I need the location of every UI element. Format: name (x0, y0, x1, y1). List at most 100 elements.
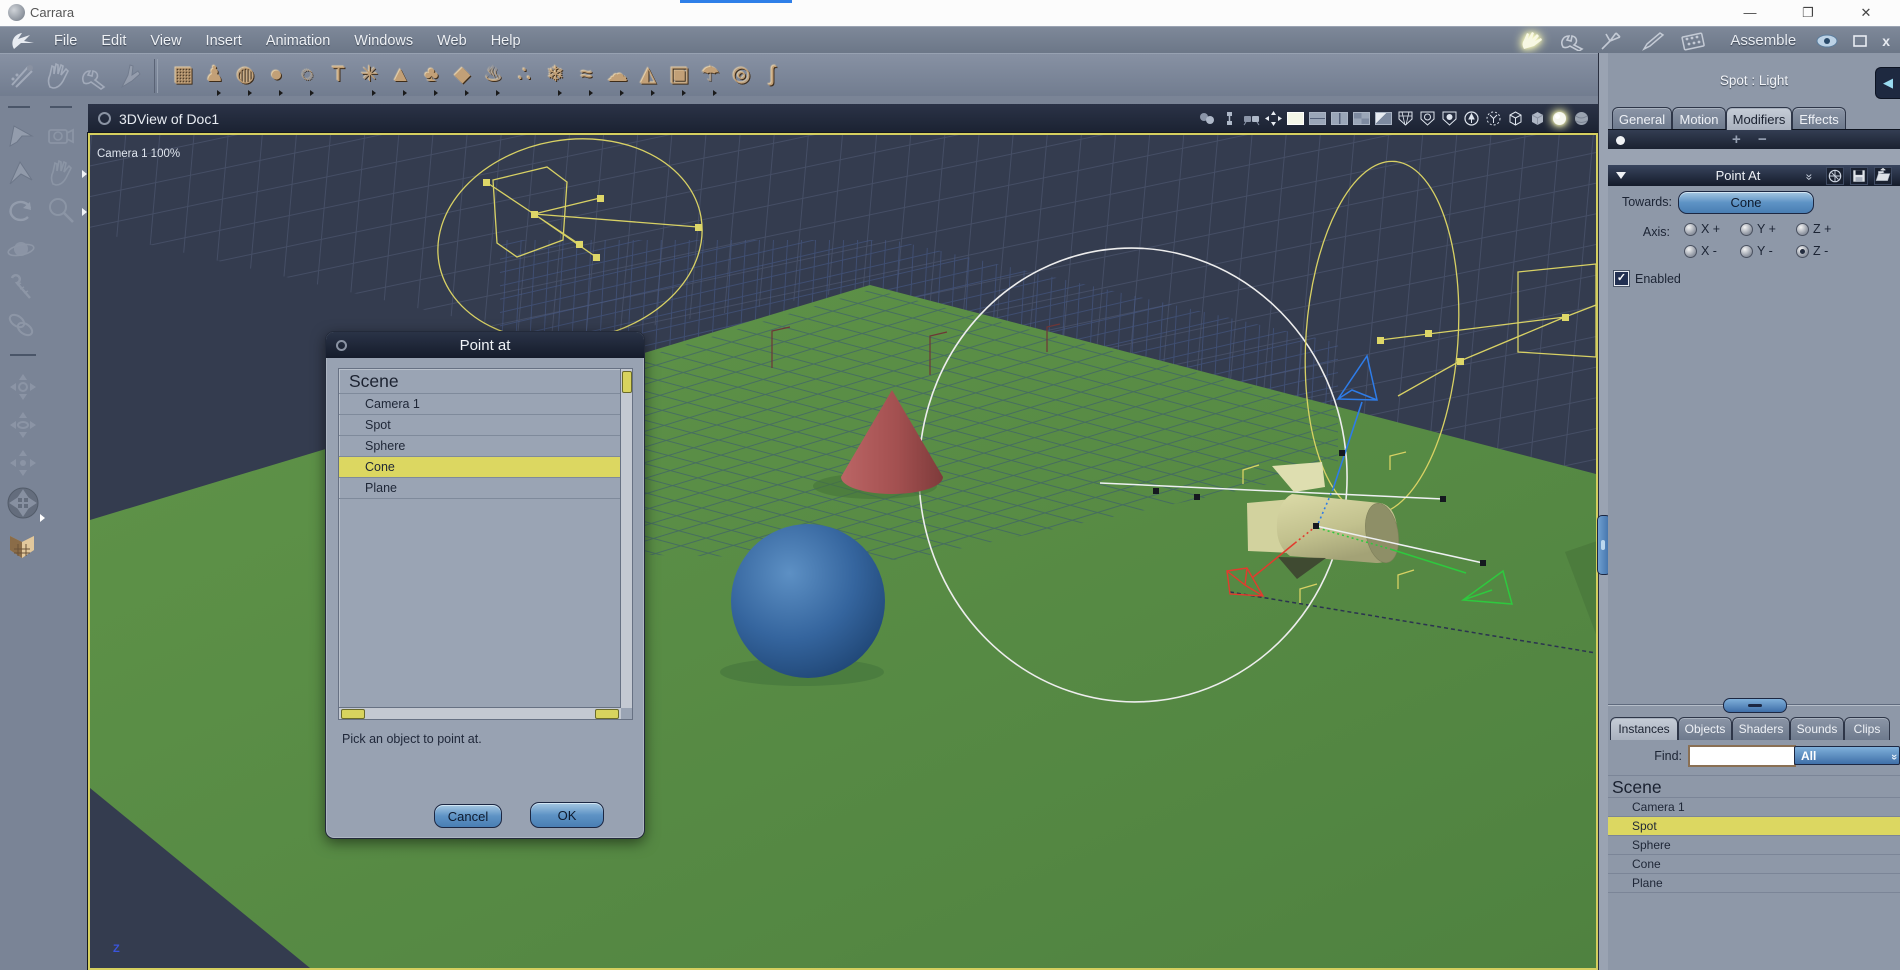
preview-flat-cube-icon[interactable] (1529, 111, 1546, 126)
tab-general[interactable]: General (1612, 107, 1672, 130)
tab-sounds[interactable]: Sounds (1790, 717, 1844, 740)
paint-tool-icon[interactable] (8, 61, 36, 91)
quality-wireframe-shield-icon[interactable] (1397, 111, 1414, 126)
insert-vertex-object-icon[interactable]: ♟ (199, 59, 230, 96)
insert-ocean-icon[interactable]: ≈ (571, 59, 602, 96)
render-room-icon[interactable] (1680, 31, 1706, 51)
add-modifier-button[interactable]: + (1732, 130, 1741, 150)
camera-track-tool-icon[interactable] (8, 448, 38, 478)
menu-windows[interactable]: Windows (342, 33, 425, 49)
insert-metaball-icon[interactable]: ◍ (230, 59, 261, 96)
working-box-tool-icon[interactable] (6, 528, 38, 560)
load-preset-icon[interactable] (1874, 166, 1892, 185)
layout-split-icon[interactable] (1331, 112, 1348, 125)
list-item-spot[interactable]: Spot (339, 415, 620, 436)
close-button[interactable]: ✕ (1846, 0, 1886, 25)
3d-canvas[interactable]: Camera 1 100% Z Point at Scene Camera 1 … (88, 133, 1598, 970)
tab-modifiers[interactable]: Modifiers (1726, 107, 1792, 130)
preview-wire-cube-icon[interactable] (1507, 111, 1524, 126)
scrollbar-thumb[interactable] (622, 371, 632, 393)
tab-shaders[interactable]: Shaders (1732, 717, 1790, 740)
axis-z-plus[interactable]: Z + (1796, 222, 1831, 236)
list-item-sphere[interactable]: Sphere (339, 436, 620, 457)
enabled-checkbox-row[interactable]: ✓ Enabled (1613, 270, 1681, 287)
menu-file[interactable]: File (42, 33, 89, 49)
tab-objects[interactable]: Objects (1678, 717, 1732, 740)
radio-icon[interactable] (1740, 244, 1753, 258)
insert-tree-icon[interactable]: ♣ (416, 59, 447, 96)
preview-wire-sphere-icon[interactable] (1485, 111, 1502, 126)
wrench-tool-icon[interactable] (80, 61, 108, 91)
insert-fire-icon[interactable]: ♨ (478, 59, 509, 96)
screw-tool-icon[interactable] (6, 272, 36, 302)
insert-rock-icon[interactable]: ◆ (447, 59, 478, 96)
layout-corner-icon[interactable] (1375, 112, 1392, 125)
scene-item-camera1[interactable]: Camera 1 (1608, 798, 1900, 817)
axis-y-minus[interactable]: Y - (1740, 244, 1773, 258)
viewport-collapse-icon[interactable] (98, 112, 111, 125)
radio-icon[interactable] (1684, 222, 1697, 236)
scrollbar-thumb[interactable] (341, 709, 365, 719)
radio-icon[interactable] (1796, 222, 1809, 236)
radio-icon[interactable] (1684, 244, 1697, 258)
eye-icon[interactable] (1816, 34, 1838, 48)
insert-spline-blob-icon[interactable]: ● (261, 59, 292, 96)
scene-item-spot[interactable]: Spot (1608, 817, 1900, 836)
insert-camera-icon[interactable]: ▣ (664, 59, 695, 96)
model-room-icon[interactable] (1560, 31, 1586, 51)
axis-z-minus[interactable]: Z - (1796, 244, 1828, 258)
storyboard-room-icon[interactable] (1600, 31, 1626, 51)
assemble-room-icon[interactable] (1520, 31, 1546, 51)
radio-selected-icon[interactable] (1796, 244, 1809, 258)
scene-item-cone[interactable]: Cone (1608, 855, 1900, 874)
axis-x-minus[interactable]: X - (1684, 244, 1717, 258)
hand-tool-icon[interactable] (44, 61, 72, 91)
scrollbar-thumb[interactable] (595, 709, 619, 719)
insert-particles-icon[interactable]: ✳ (354, 59, 385, 96)
link-state-icon[interactable] (1221, 111, 1238, 126)
restore-button[interactable]: ❐ (1788, 0, 1828, 25)
quality-flat-shield-icon[interactable] (1419, 111, 1436, 126)
viewport-title-bar[interactable]: 3DView of Doc1 (88, 104, 1598, 133)
list-item-cone[interactable]: Cone (339, 457, 620, 478)
pointer-tool-icon[interactable] (116, 61, 144, 91)
move-tool-icon[interactable] (6, 158, 36, 188)
gimbal-sphere-icon[interactable] (1826, 166, 1844, 185)
towards-object-button[interactable]: Cone (1678, 191, 1814, 214)
scene-item-sphere[interactable]: Sphere (1608, 836, 1900, 855)
point-at-section-header[interactable]: Point At » (1608, 165, 1900, 186)
cancel-button[interactable]: Cancel (434, 804, 502, 828)
insert-plant-icon[interactable]: ❄ (540, 59, 571, 96)
radio-icon[interactable] (1740, 222, 1753, 236)
insert-spot-light-icon[interactable]: ◭ (633, 59, 664, 96)
collapse-pill-button[interactable] (1723, 698, 1787, 713)
vertical-scrollbar[interactable] (620, 369, 632, 708)
rotate-tool-icon[interactable] (6, 196, 36, 226)
remove-modifier-button[interactable]: − (1758, 130, 1767, 150)
minimize-button[interactable]: — (1730, 0, 1770, 25)
collapse-panel-icon[interactable] (1852, 34, 1868, 48)
insert-ambient-light-icon[interactable]: ◎ (726, 59, 757, 93)
insert-ring-icon[interactable]: ◌ (292, 59, 323, 96)
tab-motion[interactable]: Motion (1672, 107, 1726, 130)
insert-rock-pile-icon[interactable]: ∴ (509, 59, 540, 93)
filter-dropdown[interactable]: All» (1794, 746, 1900, 765)
pan-hand-tool-icon[interactable] (46, 158, 76, 188)
orbit-tool-icon[interactable] (6, 234, 36, 264)
layout-single-icon[interactable] (1287, 112, 1304, 125)
tab-instances[interactable]: Instances (1610, 717, 1678, 740)
cameras-icon[interactable] (1243, 111, 1260, 126)
camera-tool-icon[interactable] (46, 120, 76, 150)
dialog-title-bar[interactable]: Point at (326, 332, 644, 358)
layout-rows-icon[interactable] (1309, 112, 1326, 125)
insert-floor-icon[interactable]: ▦ (168, 59, 199, 93)
axis-x-plus[interactable]: X + (1684, 222, 1720, 236)
preview-textured-icon[interactable] (1573, 111, 1590, 126)
motion-balls-icon[interactable] (1199, 111, 1216, 126)
axis-y-plus[interactable]: Y + (1740, 222, 1776, 236)
texture-room-icon[interactable] (1640, 31, 1666, 51)
list-item-plane[interactable]: Plane (339, 478, 620, 499)
list-item-scene[interactable]: Scene (339, 369, 620, 394)
quality-shaded-shield-icon[interactable] (1441, 111, 1458, 126)
preview-up-icon[interactable] (1463, 111, 1480, 126)
